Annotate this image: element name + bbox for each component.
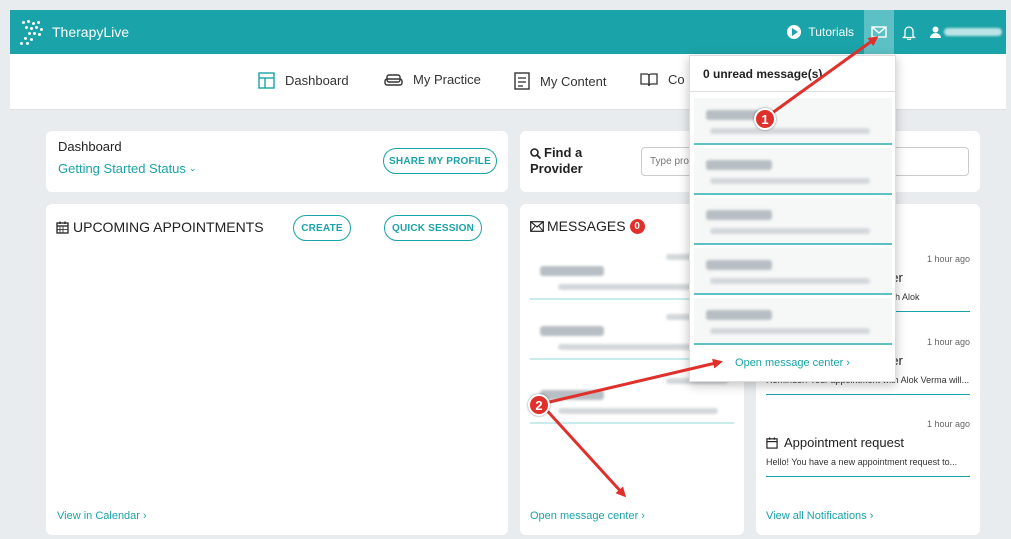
step-1-badge: 1: [754, 108, 776, 130]
annotation-arrows: [539, 36, 879, 498]
step-2-badge: 2: [528, 394, 550, 416]
arrow-to-card-link: [539, 402, 627, 498]
arrow-to-messages-button: [767, 36, 879, 118]
arrow-to-dropdown-link: [540, 358, 723, 406]
